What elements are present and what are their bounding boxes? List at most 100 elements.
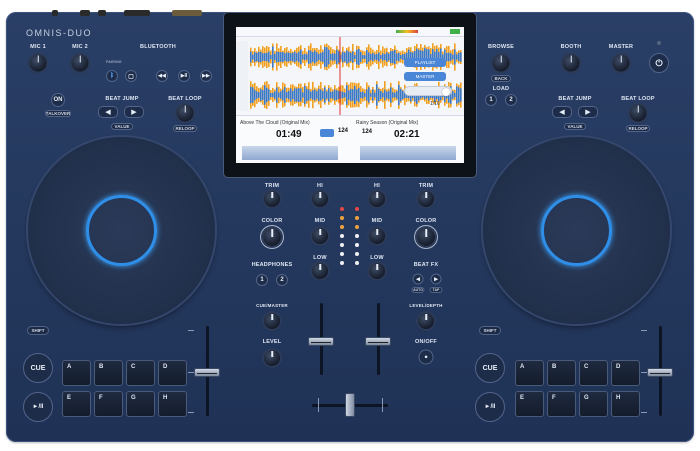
tap-label: TAP xyxy=(429,287,443,293)
right-pad-f[interactable]: F xyxy=(547,391,576,417)
talkover-button[interactable]: ON xyxy=(51,93,65,107)
pad-label: C xyxy=(584,364,589,370)
waveform-bar xyxy=(252,54,254,60)
beat-loop-knob-right[interactable] xyxy=(629,104,647,122)
auto-label: AUTO xyxy=(411,287,425,293)
beat-jump-right-button[interactable]: ▶ xyxy=(124,106,144,118)
headphone-level-knob[interactable] xyxy=(264,350,280,366)
power-button[interactable]: ⏻ xyxy=(649,53,669,73)
left-pad-c[interactable]: C xyxy=(126,360,155,386)
low-knob-1[interactable] xyxy=(312,263,328,279)
cue-master-knob[interactable] xyxy=(264,313,280,329)
mic1-knob[interactable] xyxy=(29,54,47,72)
right-pad-c[interactable]: C xyxy=(579,360,608,386)
level-depth-knob[interactable] xyxy=(418,313,434,329)
master-label: MASTER xyxy=(608,44,634,50)
toggle-switch[interactable] xyxy=(404,86,452,96)
left-pad-g[interactable]: G xyxy=(126,391,155,417)
color-knob-2[interactable] xyxy=(417,228,435,246)
headphone-cue-1-button[interactable]: 1 xyxy=(256,274,268,286)
waveform-bar xyxy=(394,49,396,65)
left-tempo-fader[interactable] xyxy=(194,368,220,377)
beat-fx-left-button[interactable]: ◀ xyxy=(412,273,424,285)
beat-jump-right-button-right[interactable]: ▶ xyxy=(578,106,598,118)
beat-loop-knob[interactable] xyxy=(176,104,194,122)
headphone-cue-button[interactable]: ▢ xyxy=(125,70,137,82)
beat-fx-right-button[interactable]: ▶ xyxy=(430,273,442,285)
waveform-bar xyxy=(320,89,322,101)
right-play-button[interactable]: ►/II xyxy=(475,392,505,422)
mic2-knob[interactable] xyxy=(71,54,89,72)
right-tempo-fader[interactable] xyxy=(647,368,673,377)
deck1-overview[interactable] xyxy=(242,146,338,160)
beat-jump-left-button[interactable]: ◀ xyxy=(98,106,118,118)
right-jog-wheel[interactable] xyxy=(483,137,670,324)
trim-knob-2[interactable] xyxy=(418,191,434,207)
deck1-title: Above The Cloud (Original Mix) xyxy=(240,120,310,126)
mid-knob-1[interactable] xyxy=(312,228,328,244)
left-pad-e[interactable]: E xyxy=(62,391,91,417)
waveform-bar xyxy=(372,52,374,62)
waveform-bar xyxy=(324,87,326,103)
low-knob-2[interactable] xyxy=(369,263,385,279)
waveform-bar xyxy=(370,93,372,97)
left-pad-d[interactable]: D xyxy=(158,360,187,386)
load-deck1-button[interactable]: 1 xyxy=(485,94,497,106)
forward-button[interactable]: ▶▶ xyxy=(200,70,212,82)
deck1-sync-button[interactable] xyxy=(320,129,334,137)
play-pause-bt-button[interactable]: ▶II xyxy=(178,70,190,82)
waveform-bar xyxy=(380,55,382,59)
beat-loop-label-right: BEAT LOOP xyxy=(621,96,655,102)
trim-knob-1[interactable] xyxy=(264,191,280,207)
master-button[interactable]: MASTER xyxy=(404,72,446,81)
mid-knob-2[interactable] xyxy=(369,228,385,244)
waveform-bar xyxy=(270,92,272,98)
beat-jump-left-button-right[interactable]: ◀ xyxy=(552,106,572,118)
rewind-button[interactable]: ◀◀ xyxy=(156,70,168,82)
waveform-bar xyxy=(300,49,302,65)
right-pad-d[interactable]: D xyxy=(611,360,640,386)
right-cue-button[interactable]: CUE xyxy=(475,353,505,383)
left-shift-button[interactable]: SHIFT xyxy=(27,326,49,335)
browse-knob[interactable] xyxy=(492,54,510,72)
load-deck2-button[interactable]: 2 xyxy=(505,94,517,106)
waveform-bar xyxy=(286,91,288,99)
value-label: VALUE xyxy=(111,123,133,130)
right-pad-g[interactable]: G xyxy=(579,391,608,417)
left-pad-f[interactable]: F xyxy=(94,391,123,417)
waveform-bar xyxy=(388,90,390,100)
waveform-bar xyxy=(286,52,288,62)
crossfader[interactable] xyxy=(345,393,355,417)
channel2-fader[interactable] xyxy=(365,337,391,346)
beat-jump-label-right: BEAT JUMP xyxy=(558,96,592,102)
left-jog-wheel[interactable] xyxy=(28,137,215,324)
right-pad-b[interactable]: B xyxy=(547,360,576,386)
right-pad-h[interactable]: H xyxy=(611,391,640,417)
booth-knob[interactable] xyxy=(562,54,580,72)
waveform-bar xyxy=(252,87,254,103)
deck2-overview[interactable] xyxy=(360,146,456,160)
load2-label: 2 xyxy=(509,97,513,103)
hi-knob-1[interactable] xyxy=(312,191,328,207)
waveform-bar xyxy=(388,53,390,61)
right-pad-a[interactable]: A xyxy=(515,360,544,386)
left-cue-button[interactable]: CUE xyxy=(23,353,53,383)
left-play-button[interactable]: ►/II xyxy=(23,392,53,422)
left-pad-b[interactable]: B xyxy=(94,360,123,386)
color-knob-1[interactable] xyxy=(263,228,281,246)
left-pad-h[interactable]: H xyxy=(158,391,187,417)
fx-on-off-button[interactable]: ● xyxy=(418,349,434,365)
waveform-bar xyxy=(360,91,362,99)
right-pad-e[interactable]: E xyxy=(515,391,544,417)
waveform-bar xyxy=(344,92,346,98)
right-cue-label: CUE xyxy=(482,364,498,372)
master-knob[interactable] xyxy=(612,54,630,72)
headphone-cue-2-button[interactable]: 2 xyxy=(276,274,288,286)
bluetooth-button[interactable]: ᛒ xyxy=(106,70,118,82)
channel1-fader[interactable] xyxy=(308,337,334,346)
hi-knob-2[interactable] xyxy=(369,191,385,207)
left-pad-a[interactable]: A xyxy=(62,360,91,386)
waveform-bar xyxy=(350,52,352,62)
right-shift-button[interactable]: SHIFT xyxy=(479,326,501,335)
playlist-button[interactable]: PLAYLIST xyxy=(404,58,446,67)
